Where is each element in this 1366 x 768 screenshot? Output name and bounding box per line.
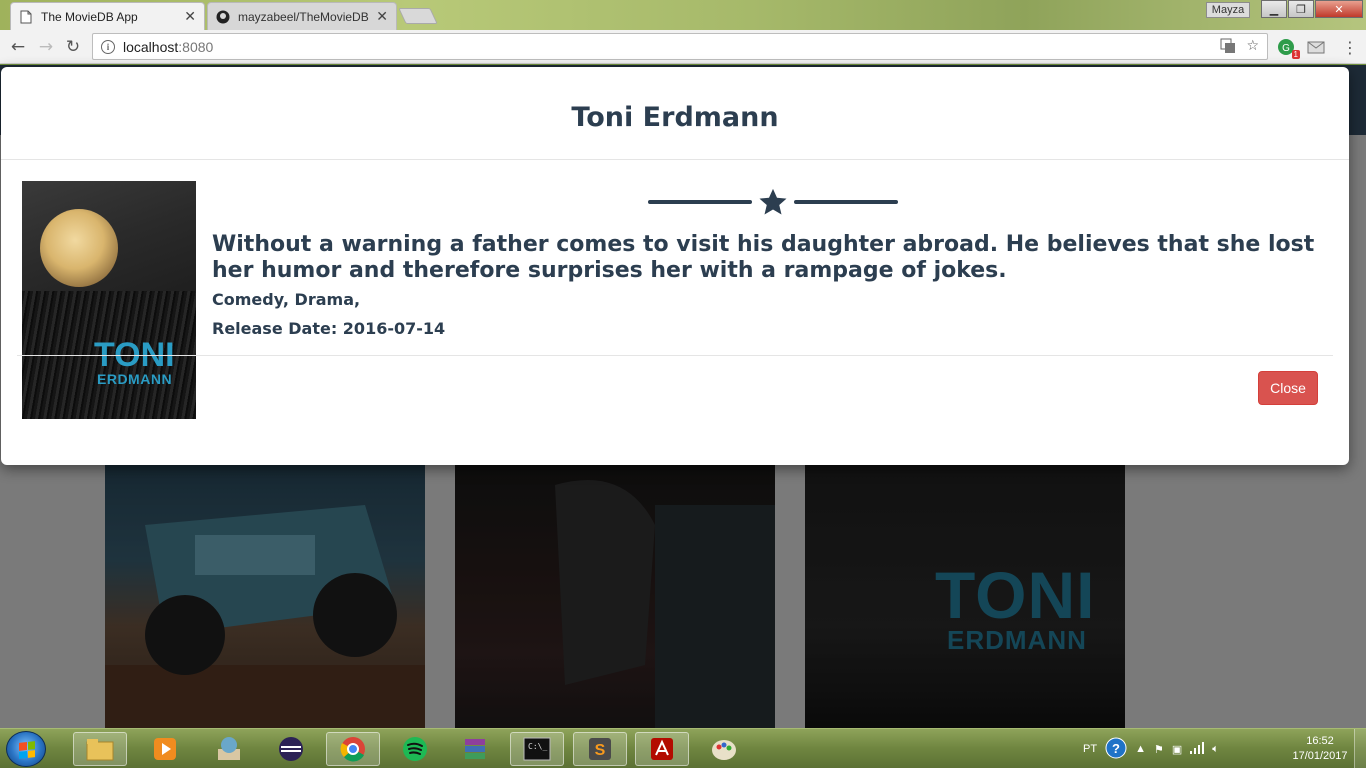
movie-poster: TONI ERDMANN: [22, 181, 196, 419]
release-date: Release Date: 2016-07-14: [212, 319, 446, 338]
monster-trucks-poster[interactable]: [105, 465, 425, 728]
volume-icon[interactable]: 🔈︎: [1212, 743, 1219, 756]
new-tab-button[interactable]: [398, 8, 438, 24]
command-prompt-icon[interactable]: C:\_: [510, 732, 564, 766]
bookmark-star-icon[interactable]: ☆: [1246, 38, 1259, 58]
eclipse-icon[interactable]: [264, 732, 318, 766]
minimize-button[interactable]: ▁: [1261, 0, 1287, 18]
forward-icon[interactable]: →: [36, 37, 56, 57]
dark-thriller-poster[interactable]: [455, 465, 775, 728]
close-window-button[interactable]: ✕: [1315, 0, 1363, 18]
system-tray: PT ? ▲ ⚑ ▣ 🔈︎: [1083, 729, 1219, 768]
media-player-icon[interactable]: [138, 732, 192, 766]
site-info-icon[interactable]: i: [101, 39, 115, 54]
sublime-text-icon[interactable]: S: [573, 732, 627, 766]
help-icon[interactable]: ?: [1105, 737, 1127, 762]
device-icon[interactable]: ▣: [1172, 743, 1182, 756]
modal-title: Toni Erdmann: [571, 101, 779, 133]
svg-text:G: G: [1282, 43, 1290, 54]
svg-text:C:\_: C:\_: [528, 742, 547, 751]
explorer-icon[interactable]: [73, 732, 127, 766]
network-signal-icon[interactable]: [1190, 741, 1205, 757]
svg-text:?: ?: [1112, 741, 1120, 756]
language-indicator[interactable]: PT: [1083, 743, 1097, 755]
extension-badge: 1: [1291, 50, 1300, 59]
show-hidden-icons-icon[interactable]: ▲: [1135, 743, 1146, 755]
mail-extension-icon[interactable]: [1306, 37, 1326, 57]
acrobat-reader-icon[interactable]: [635, 732, 689, 766]
star-divider: [648, 187, 898, 217]
toni-erdmann-poster[interactable]: TONI ERDMANN: [805, 465, 1125, 728]
browser-toolbar: ← → ↻ i localhost:8080 ☆ G 1 ⋮: [0, 30, 1366, 64]
close-button[interactable]: Close: [1258, 371, 1318, 405]
github-icon: [216, 10, 230, 24]
browser-titlebar: The MovieDB App ✕ mayzabeel/TheMovieDB ✕…: [0, 0, 1366, 30]
windows-taskbar: C:\_ S PT ? ▲ ⚑ ▣ 🔈︎ 16:52 17/01/2017: [0, 728, 1366, 768]
translate-icon[interactable]: [1220, 38, 1236, 58]
star-icon: [759, 188, 787, 215]
tab-close-icon[interactable]: ✕: [376, 9, 388, 25]
address-bar[interactable]: i localhost:8080 ☆: [92, 33, 1268, 60]
movie-overview: Without a warning a father comes to visi…: [212, 232, 1315, 283]
tab-label: mayzabeel/TheMovieDB: [238, 9, 369, 24]
spotify-icon[interactable]: [388, 732, 442, 766]
back-icon[interactable]: ←: [8, 37, 28, 57]
control-panel-icon[interactable]: [202, 732, 256, 766]
url-text: localhost:8080: [123, 38, 214, 55]
modal-header: Toni Erdmann: [1, 67, 1349, 160]
tab-github-repo[interactable]: mayzabeel/TheMovieDB ✕: [207, 2, 397, 30]
tab-close-icon[interactable]: ✕: [184, 9, 196, 25]
profile-button[interactable]: Mayza: [1206, 2, 1250, 18]
extension-icon[interactable]: G 1: [1276, 37, 1300, 59]
clock-time: 16:52: [1306, 735, 1334, 747]
winrar-icon[interactable]: [448, 732, 502, 766]
system-clock[interactable]: 16:52 17/01/2017: [1290, 734, 1350, 764]
maximize-button[interactable]: ❐: [1288, 0, 1314, 18]
chrome-icon[interactable]: [326, 732, 380, 766]
action-center-flag-icon[interactable]: ⚑: [1154, 743, 1164, 756]
modal-footer-divider: [17, 355, 1333, 356]
movie-genres: Comedy, Drama,: [212, 290, 361, 309]
modal-body: TONI ERDMANN Without a warning a father …: [1, 160, 1349, 465]
tab-label: The MovieDB App: [41, 9, 138, 24]
paint-icon[interactable]: [697, 732, 751, 766]
tab-moviedb-app[interactable]: The MovieDB App ✕: [10, 2, 205, 30]
show-desktop-button[interactable]: [1354, 729, 1366, 768]
reload-icon[interactable]: ↻: [63, 37, 83, 57]
svg-text:S: S: [595, 742, 606, 759]
clock-date: 17/01/2017: [1292, 750, 1348, 762]
page-icon: [19, 10, 33, 24]
movie-detail-modal: Toni Erdmann TONI ERDMANN Without a warn…: [1, 67, 1349, 465]
start-button[interactable]: [6, 731, 46, 767]
menu-icon[interactable]: ⋮: [1340, 37, 1360, 57]
poster-subtitle: ERDMANN: [97, 371, 173, 387]
